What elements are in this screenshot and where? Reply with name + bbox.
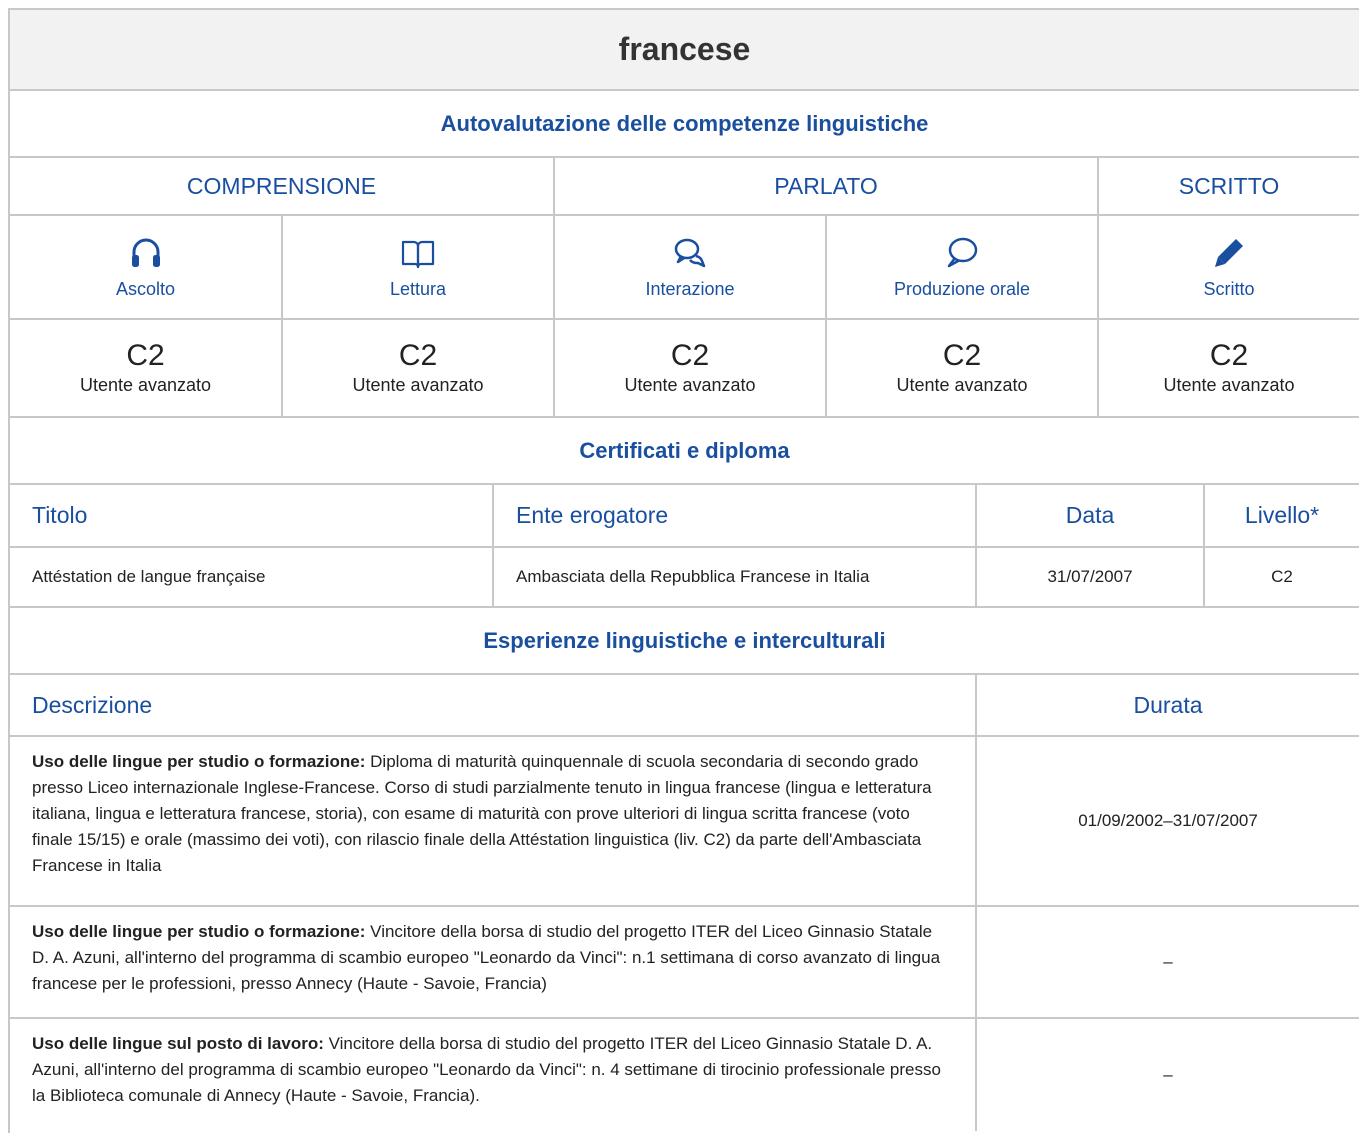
header-durata: Durata — [1133, 691, 1203, 718]
skill-label: Lettura — [389, 278, 447, 299]
experience-duration: – — [1163, 952, 1173, 971]
experience-description: Uso delle lingue per studio o formazione… — [10, 737, 977, 905]
skill-groups-row: COMPRENSIONE PARLATO SCRITTO — [10, 158, 1359, 216]
level-code: C2 — [942, 339, 982, 372]
header-titolo: Titolo — [10, 485, 494, 546]
skill-label: Produzione orale — [893, 278, 1031, 299]
level-description: Utente avanzato — [1163, 375, 1295, 395]
language-skills-table: francese Autovalutazione delle competenz… — [8, 8, 1359, 1133]
level-code: C2 — [1209, 339, 1249, 372]
level-description: Utente avanzato — [896, 375, 1028, 395]
experience-description: Uso delle lingue per studio o formazione… — [10, 907, 977, 1017]
level-code: C2 — [126, 339, 165, 372]
cert-date: 31/07/2007 — [977, 548, 1205, 606]
language-name: francese — [10, 10, 1359, 91]
table-row: Uso delle lingue per studio o formazione… — [10, 737, 1359, 907]
skill-interazione: Interazione — [555, 216, 827, 318]
table-row: Uso delle lingue per studio o formazione… — [10, 907, 1359, 1019]
experience-duration: – — [1163, 1065, 1173, 1084]
experience-type: Uso delle lingue per studio o formazione… — [32, 752, 366, 771]
level-scritto: C2 Utente avanzato — [1099, 320, 1359, 416]
experience-duration: 01/09/2002–31/07/2007 — [1078, 811, 1258, 830]
header-data: Data — [977, 485, 1205, 546]
experience-description: Uso delle lingue sul posto di lavoro: Vi… — [10, 1019, 977, 1131]
level-interazione: C2 Utente avanzato — [555, 320, 827, 416]
skill-scritto: Scritto — [1099, 216, 1359, 318]
speech-bubble-icon — [947, 237, 978, 267]
header-livello: Livello* — [1244, 502, 1320, 528]
level-description: Utente avanzato — [624, 375, 756, 395]
level-lettura: C2 Utente avanzato — [283, 320, 555, 416]
skills-row: Ascolto Lettura Interazione Produzione o… — [10, 216, 1359, 320]
headphones-icon — [131, 238, 160, 267]
skill-produzione-orale: Produzione orale — [827, 216, 1099, 318]
group-comprensione: COMPRENSIONE — [10, 158, 555, 214]
chat-bubbles-icon — [674, 238, 706, 267]
level-description: Utente avanzato — [79, 375, 212, 395]
group-scritto: SCRITTO — [1178, 172, 1280, 199]
skill-label: Interazione — [645, 278, 735, 299]
self-assessment-title: Autovalutazione delle competenze linguis… — [10, 91, 1359, 158]
experiences-header-row: Descrizione Durata — [10, 675, 1359, 737]
experience-type: Uso delle lingue per studio o formazione… — [32, 922, 366, 941]
cert-issuer: Ambasciata della Repubblica Francese in … — [494, 548, 977, 606]
pencil-icon — [1215, 238, 1243, 267]
book-icon — [401, 240, 435, 268]
level-ascolto: C2 Utente avanzato — [10, 320, 283, 416]
skill-lettura: Lettura — [283, 216, 555, 318]
levels-row: C2 Utente avanzato C2 Utente avanzato C2… — [10, 320, 1359, 418]
certificates-title: Certificati e diploma — [10, 418, 1359, 485]
level-code: C2 — [670, 339, 710, 372]
experience-type: Uso delle lingue sul posto di lavoro: — [32, 1034, 324, 1053]
level-code: C2 — [398, 339, 438, 372]
level-description: Utente avanzato — [352, 375, 484, 395]
skill-label: Scritto — [1203, 278, 1255, 299]
cert-level: C2 — [1271, 567, 1293, 586]
table-row: Attéstation de langue française Ambascia… — [10, 548, 1359, 608]
header-ente: Ente erogatore — [494, 485, 977, 546]
experiences-title: Esperienze linguistiche e interculturali — [10, 608, 1359, 675]
certificates-header-row: Titolo Ente erogatore Data Livello* — [10, 485, 1359, 548]
skill-ascolto: Ascolto — [10, 216, 283, 318]
header-descrizione: Descrizione — [10, 675, 977, 735]
level-produzione-orale: C2 Utente avanzato — [827, 320, 1099, 416]
skill-label: Ascolto — [115, 278, 176, 299]
cert-title: Attéstation de langue française — [10, 548, 494, 606]
group-parlato: PARLATO — [555, 158, 1099, 214]
table-row: Uso delle lingue sul posto di lavoro: Vi… — [10, 1019, 1359, 1131]
